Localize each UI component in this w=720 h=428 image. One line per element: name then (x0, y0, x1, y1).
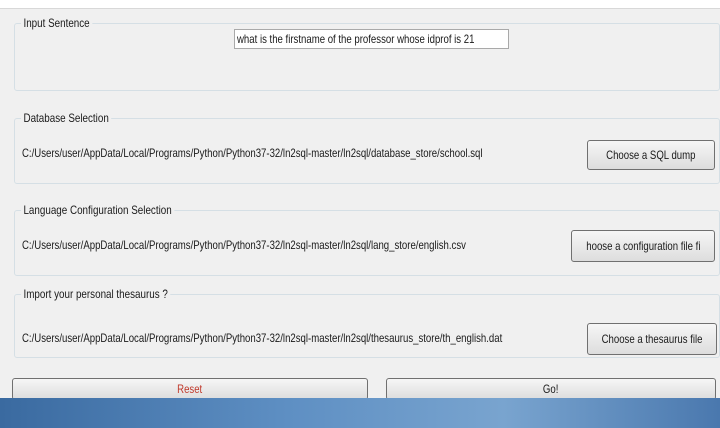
choose-config-file-label: hoose a configuration file fi (586, 239, 701, 253)
sentence-input[interactable]: what is the firstname of the professor w… (234, 29, 509, 49)
go-button[interactable]: Go! (386, 378, 716, 400)
choose-sql-dump-label: Choose a SQL dump (606, 148, 696, 162)
go-label: Go! (543, 382, 559, 396)
window-top-edge (0, 0, 720, 9)
choose-config-file-button[interactable]: hoose a configuration file fi (571, 230, 715, 262)
choose-thesaurus-label: Choose a thesaurus file (601, 332, 703, 346)
reset-button[interactable]: Reset (12, 378, 368, 400)
text-caret (508, 33, 509, 46)
sentence-input-text: what is the firstname of the professor w… (237, 32, 475, 46)
thesaurus-legend: Import your personal thesaurus ? (21, 287, 171, 301)
database-path: C:/Users/user/AppData/Local/Programs/Pyt… (22, 146, 483, 160)
database-selection-legend: Database Selection (21, 111, 112, 125)
language-config-path: C:/Users/user/AppData/Local/Programs/Pyt… (22, 238, 466, 252)
choose-thesaurus-button[interactable]: Choose a thesaurus file (587, 323, 717, 355)
thesaurus-path: C:/Users/user/AppData/Local/Programs/Pyt… (22, 331, 503, 345)
language-config-legend: Language Configuration Selection (21, 203, 175, 217)
input-sentence-legend: Input Sentence (21, 16, 93, 30)
taskbar-strip (0, 398, 720, 428)
reset-label: Reset (177, 382, 203, 396)
choose-sql-dump-button[interactable]: Choose a SQL dump (587, 140, 715, 170)
